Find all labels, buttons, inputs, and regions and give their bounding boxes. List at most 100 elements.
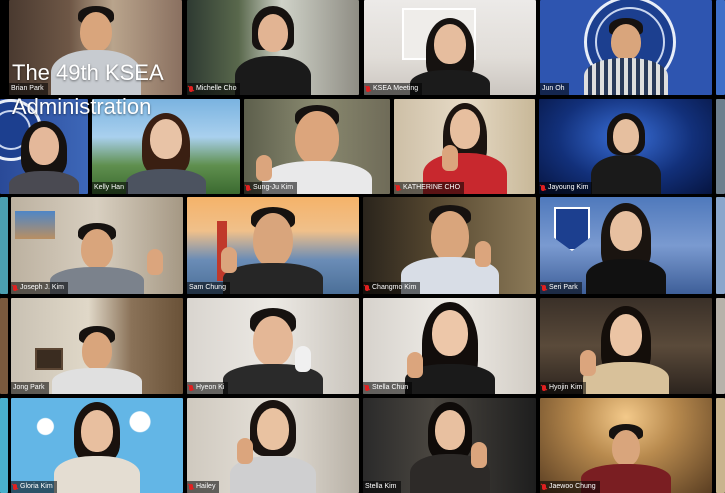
mic-muted-icon	[13, 285, 17, 291]
participant-face	[612, 430, 640, 466]
participant-name-label: Kelly Han	[92, 182, 128, 194]
zoom-gallery-view: Brian Park Michelle Cho KSEA Meeting Jun…	[0, 0, 725, 493]
participant-name-label: Seri Park	[540, 282, 582, 294]
overlay-caption: The 49th KSEA Administration	[12, 56, 164, 124]
participant-face	[612, 119, 639, 153]
thumbs-up-icon	[147, 249, 163, 275]
wall-picture	[15, 211, 55, 239]
thumbs-up-icon	[221, 247, 237, 273]
video-tile-edge-right-3[interactable]	[716, 197, 725, 294]
participant-face	[253, 213, 293, 267]
participant-name-label: Joseph J. Kim	[11, 282, 68, 294]
participant-name: Sung-Ju Kim	[253, 184, 294, 191]
video-tile-hyeon-ki[interactable]: Hyeon Ki	[187, 298, 359, 394]
participant-name-label: Gloria Kim	[11, 481, 57, 493]
video-background	[716, 197, 725, 294]
video-tile-changmo-kim[interactable]: Changmo Kim	[363, 197, 536, 294]
thumbs-up-icon	[475, 241, 491, 267]
video-tile-edge-right-4[interactable]	[716, 298, 725, 394]
video-tile-edge-right-1[interactable]	[716, 0, 725, 95]
thumbs-up-icon	[256, 155, 272, 181]
video-background	[0, 298, 8, 394]
participant-face	[610, 211, 642, 251]
mic-muted-icon	[365, 385, 369, 391]
participant-face	[258, 14, 288, 52]
video-tile-stella-chun[interactable]: Stella Chun	[363, 298, 536, 394]
video-tile-edge-left-5[interactable]	[0, 398, 8, 493]
participant-name-label: Jayoung Kim	[539, 182, 593, 194]
video-tile-katherine-cho[interactable]: KATHERINE CHO	[394, 99, 535, 194]
participant-body	[54, 456, 140, 493]
video-tile-jaewoo-chung[interactable]: Jaewoo Chung	[540, 398, 712, 493]
participant-face	[430, 211, 469, 261]
participant-face	[81, 229, 113, 269]
participant-name-label: Sam Chung	[187, 282, 230, 294]
wall-frame	[35, 348, 63, 370]
thumbs-up-icon	[237, 438, 253, 464]
video-background	[716, 398, 725, 493]
participant-name-label: Changmo Kim	[363, 282, 421, 294]
participant-face	[257, 408, 289, 450]
participant-name-label: KSEA Meeting	[364, 83, 423, 95]
participant-name-label: Sung-Ju Kim	[244, 182, 298, 194]
video-tile-jayoung-kim[interactable]: Jayoung Kim	[539, 99, 712, 194]
participant-name: Stella Kim	[365, 483, 397, 490]
video-tile-jun-oh[interactable]: Jun Oh	[540, 0, 712, 95]
video-tile-gloria-kim[interactable]: Gloria Kim	[11, 398, 183, 493]
video-background	[716, 298, 725, 394]
participant-name: Stella Chun	[372, 384, 409, 391]
mic-muted-icon	[366, 86, 370, 92]
participant-face	[81, 410, 113, 452]
mic-muted-icon	[189, 385, 193, 391]
mic-muted-icon	[365, 285, 369, 291]
video-tile-sam-chung[interactable]: Sam Chung	[187, 197, 359, 294]
video-background	[0, 197, 8, 294]
participant-face	[611, 24, 641, 60]
thumbs-up-icon	[295, 346, 311, 372]
participant-name: Sam Chung	[189, 284, 226, 291]
participant-face	[449, 109, 480, 149]
thumbs-up-icon	[442, 145, 458, 171]
thumbs-up-icon	[407, 352, 423, 378]
video-tile-joseph-j-kim[interactable]: Joseph J. Kim	[11, 197, 183, 294]
participant-name: Michelle Cho	[196, 85, 237, 92]
participant-face	[150, 119, 182, 159]
video-tile-seri-park[interactable]: Seri Park	[540, 197, 712, 294]
participant-body	[235, 56, 311, 95]
participant-body	[9, 171, 79, 194]
participant-name: KATHERINE CHO	[403, 184, 461, 191]
participant-face	[434, 410, 465, 450]
participant-name-label: Stella Kim	[363, 481, 401, 493]
participant-name-label: Jaewoo Chung	[540, 481, 600, 493]
participant-name: Hailey	[196, 483, 216, 490]
participant-name-label: Michelle Cho	[187, 83, 241, 95]
participant-name: Kelly Han	[94, 184, 124, 191]
mic-muted-icon	[189, 484, 193, 490]
mic-muted-icon	[542, 385, 546, 391]
video-tile-edge-right-5[interactable]	[716, 398, 725, 493]
participant-face	[431, 310, 468, 356]
video-tile-jong-park[interactable]: Jong Park	[11, 298, 183, 394]
participant-face	[79, 12, 112, 52]
video-tile-edge-right-2[interactable]	[716, 99, 725, 194]
video-tile-hyojin-kim[interactable]: Hyojin Kim	[540, 298, 712, 394]
participant-name: Jun Oh	[542, 85, 565, 92]
mic-muted-icon	[246, 185, 250, 191]
video-tile-ksea-meeting[interactable]: KSEA Meeting	[364, 0, 536, 95]
participant-name-label: Jong Park	[11, 382, 49, 394]
video-tile-michelle-cho[interactable]: Michelle Cho	[187, 0, 359, 95]
participant-face	[610, 314, 642, 356]
participant-name-label: Stella Chun	[363, 382, 413, 394]
participant-name: Changmo Kim	[372, 284, 417, 291]
participant-name-label: Jun Oh	[540, 83, 569, 95]
participant-name: Hyeon Ki	[196, 384, 225, 391]
video-tile-stella-kim[interactable]: Stella Kim	[363, 398, 536, 493]
mic-muted-icon	[13, 484, 17, 490]
video-tile-edge-left-3[interactable]	[0, 197, 8, 294]
video-tile-hailey[interactable]: Hailey	[187, 398, 359, 493]
thumbs-up-icon	[580, 350, 596, 376]
video-tile-sung-ju-kim[interactable]: Sung-Ju Kim	[244, 99, 390, 194]
participant-body	[52, 368, 142, 394]
mic-muted-icon	[542, 484, 546, 490]
video-tile-edge-left-4[interactable]	[0, 298, 8, 394]
